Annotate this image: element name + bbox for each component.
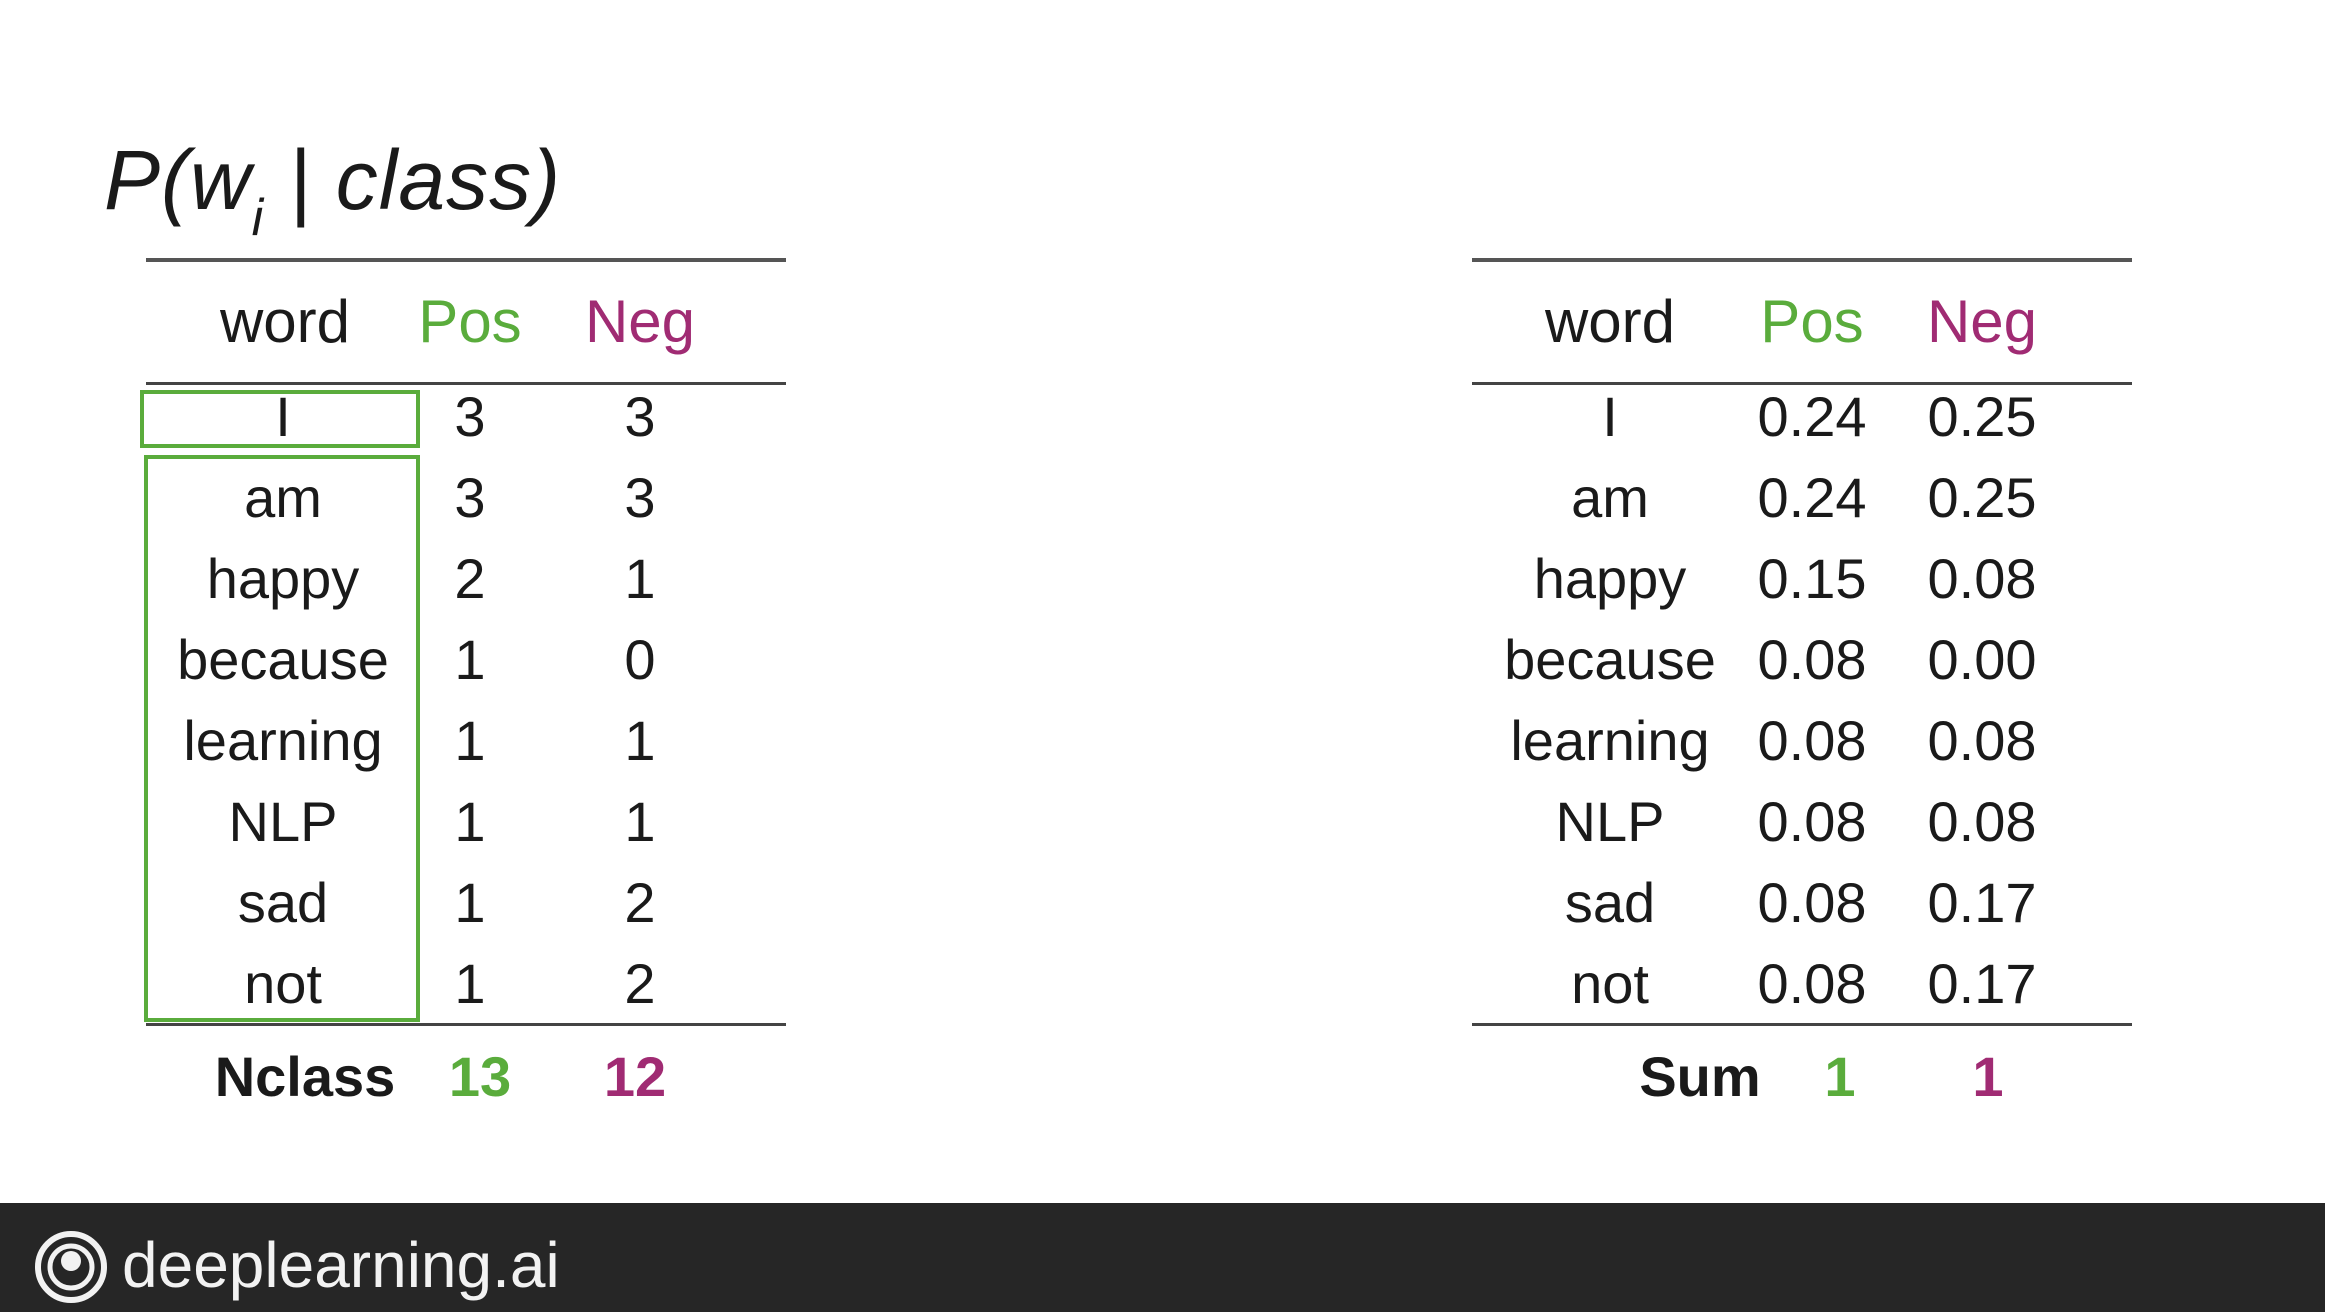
row-neg-value: 2 (624, 952, 656, 1015)
row-pos-value: 0.08 (1757, 709, 1867, 772)
table-top-rule (146, 258, 786, 262)
header-pos: Pos (1760, 288, 1864, 355)
row-pos-value: 2 (454, 547, 486, 610)
footer-neg-total: 12 (603, 1045, 667, 1108)
row-neg-value: 0.08 (1927, 790, 2037, 853)
row-neg-value: 3 (624, 385, 656, 448)
row-word: not (244, 952, 322, 1015)
deeplearning-logo-icon (35, 1231, 107, 1303)
row-pos-value: 1 (454, 790, 486, 853)
slide: P(wi | class) word Pos Neg I 3 3 am 3 3 happy 2… (0, 0, 2325, 1312)
header-word: word (1544, 288, 1676, 355)
row-neg-value: 0.17 (1927, 871, 2037, 934)
footer-pos-sum: 1 (1824, 1045, 1856, 1108)
table-bottom-rule (146, 1023, 786, 1026)
row-word: NLP (228, 790, 338, 853)
header-neg: Neg (584, 288, 696, 355)
row-neg-value: 0.17 (1927, 952, 2037, 1015)
header-word: word (219, 288, 351, 355)
row-word: because (177, 628, 389, 691)
footer-label-nclass: Nclass (214, 1045, 396, 1108)
title-main: P(w (104, 133, 252, 227)
row-pos-value: 3 (454, 385, 486, 448)
row-word: am (1571, 466, 1649, 529)
row-word: happy (206, 547, 360, 610)
title-subscript: i (251, 189, 265, 247)
row-word: happy (1533, 547, 1687, 610)
footer-label-sum: Sum (1639, 1045, 1761, 1108)
row-word: learning (1510, 709, 1710, 772)
row-neg-value: 1 (624, 709, 656, 772)
row-neg-value: 1 (624, 790, 656, 853)
row-pos-value: 1 (454, 952, 486, 1015)
row-word: not (1571, 952, 1649, 1015)
row-word: sad (237, 871, 329, 934)
row-neg-value: 0.25 (1927, 385, 2037, 448)
row-neg-value: 2 (624, 871, 656, 934)
row-pos-value: 0.08 (1757, 871, 1867, 934)
footer-neg-sum: 1 (1972, 1045, 2004, 1108)
row-pos-value: 1 (454, 628, 486, 691)
table-bottom-rule (1472, 1023, 2132, 1026)
slide-title: P(wi | class) (104, 138, 561, 244)
brand-name: deeplearning.ai (122, 1229, 560, 1301)
row-pos-value: 0.15 (1757, 547, 1867, 610)
row-pos-value: 0.08 (1757, 790, 1867, 853)
row-pos-value: 0.08 (1757, 952, 1867, 1015)
header-neg: Neg (1926, 288, 2038, 355)
row-neg-value: 0.08 (1927, 709, 2037, 772)
row-word: sad (1564, 871, 1656, 934)
row-neg-value: 0 (624, 628, 656, 691)
row-neg-value: 1 (624, 547, 656, 610)
row-word: I (1602, 385, 1618, 448)
row-word: learning (183, 709, 383, 772)
row-word: NLP (1555, 790, 1665, 853)
row-word: am (244, 466, 322, 529)
header-pos: Pos (418, 288, 522, 355)
row-neg-value: 3 (624, 466, 656, 529)
row-pos-value: 0.08 (1757, 628, 1867, 691)
footer-pos-total: 13 (448, 1045, 512, 1108)
row-pos-value: 1 (454, 871, 486, 934)
title-rest: | class) (264, 133, 562, 227)
row-word: I (275, 385, 291, 448)
row-pos-value: 1 (454, 709, 486, 772)
row-pos-value: 3 (454, 466, 486, 529)
table-top-rule (1472, 258, 2132, 262)
row-neg-value: 0.08 (1927, 547, 2037, 610)
row-pos-value: 0.24 (1757, 385, 1867, 448)
row-neg-value: 0.25 (1927, 466, 2037, 529)
row-neg-value: 0.00 (1927, 628, 2037, 691)
row-word: because (1504, 628, 1716, 691)
row-pos-value: 0.24 (1757, 466, 1867, 529)
